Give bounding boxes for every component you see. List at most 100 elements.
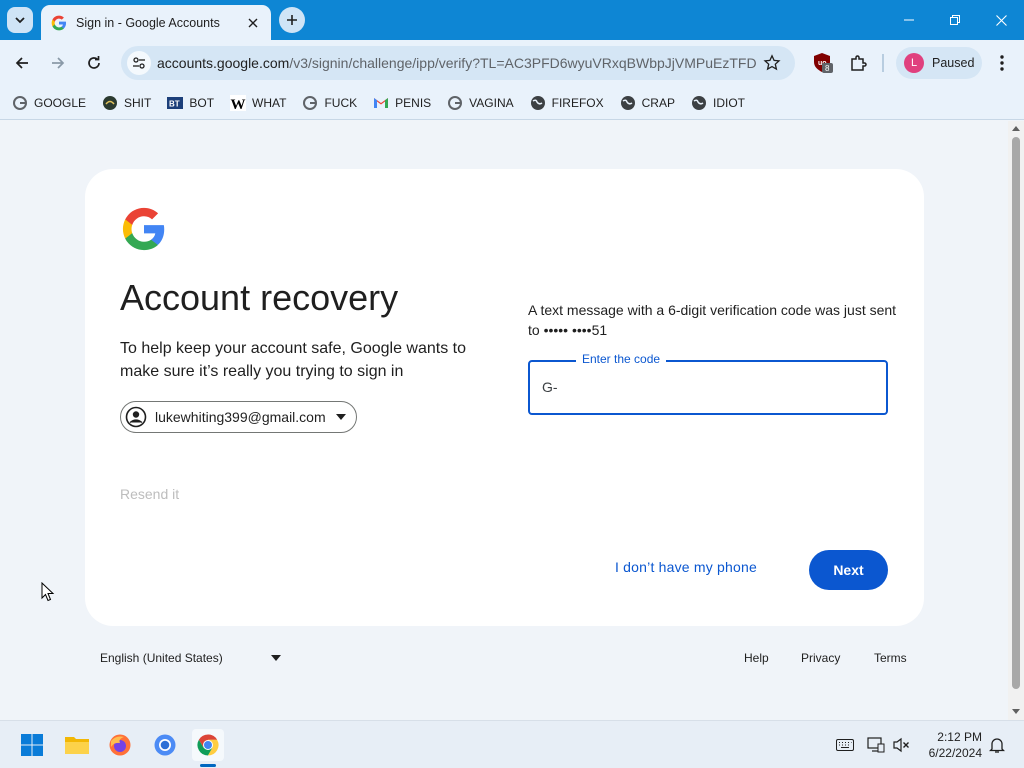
network-icon[interactable] [867,736,885,754]
extension-badge: 8 [825,64,830,73]
close-icon [995,14,1007,26]
title-bar: Sign in - Google Accounts [0,0,1024,40]
bookmark-label: CRAP [641,95,675,110]
volume-muted-icon[interactable] [893,736,911,754]
url-text: accounts.google.com/v3/signin/challenge/… [157,55,757,71]
bookmark-label: FIREFOX [551,95,604,110]
chromium-button[interactable] [149,729,181,761]
bookmark-label: SHIT [124,95,152,110]
svg-text:W: W [231,97,246,111]
caret-down-icon [335,414,346,420]
account-chooser[interactable]: lukewhiting399@gmail.com [120,401,357,433]
bt-icon: BT [167,95,184,111]
footer-privacy-link[interactable]: Privacy [801,651,840,665]
site-info-button[interactable] [127,51,151,75]
shield-icon: uo8 [814,53,833,73]
globe-icon [691,95,707,111]
chrome-icon [197,734,219,756]
plus-icon [287,15,297,25]
folder-icon [65,737,89,754]
notification-bell-icon[interactable] [988,736,1006,754]
bookmark-star-icon[interactable] [763,54,781,72]
bookmark-what[interactable]: W WHAT [230,90,291,116]
browser-menu-button[interactable] [990,51,1014,75]
scroll-down-icon[interactable] [1012,707,1020,715]
bookmark-bot[interactable]: BT BOT [167,90,219,116]
no-phone-button[interactable]: I don’t have my phone [615,559,757,575]
tune-icon [133,57,145,69]
windows-icon [21,734,43,756]
language-selector[interactable]: English (United States) [100,651,281,665]
firefox-icon [109,734,131,756]
url-path: /v3/signin/challenge/ipp/verify?TL=AC3PF… [289,55,757,71]
restore-icon [950,15,960,25]
active-app-indicator [200,764,216,767]
tab-search-button[interactable] [7,7,33,33]
footer-help-link[interactable]: Help [744,651,769,665]
close-window-button[interactable] [978,0,1024,40]
bookmark-google[interactable]: GOOGLE [12,90,91,116]
bookmark-penis[interactable]: PENIS [373,90,436,116]
page-scrollbar[interactable] [1008,121,1024,720]
profile-button[interactable]: L Paused [896,47,982,79]
chrome-button[interactable] [192,729,224,761]
scroll-up-icon[interactable] [1012,125,1020,133]
bookmark-crap[interactable]: CRAP [620,90,680,116]
address-bar[interactable]: accounts.google.com/v3/signin/challenge/… [121,46,795,80]
bookmark-idiot[interactable]: IDIOT [691,90,750,116]
back-button[interactable] [9,50,35,76]
restore-button[interactable] [932,0,978,40]
browser-tab[interactable]: Sign in - Google Accounts [41,5,271,40]
avatar: L [904,53,924,73]
google-g-icon [447,95,463,111]
url-host: accounts.google.com [157,55,290,71]
system-clock[interactable]: 2:12 PM 6/22/2024 [920,729,982,761]
keyboard-icon[interactable] [836,736,854,754]
firefox-button[interactable] [104,729,136,761]
puzzle-icon [851,55,867,71]
ublock-extension-button[interactable]: uo 8 [811,51,835,75]
tab-close-icon[interactable] [245,15,261,31]
globe-icon [530,95,546,111]
clock-date: 6/22/2024 [928,746,982,760]
start-button[interactable] [16,729,48,761]
file-explorer-button[interactable] [61,729,93,761]
bookmark-label: PENIS [395,95,432,110]
globe-icon [620,95,636,111]
toolbar-divider [882,54,884,72]
new-tab-button[interactable] [279,7,305,33]
bookmark-label: VAGINA [469,95,514,110]
minimize-button[interactable] [886,0,932,40]
forward-button[interactable] [45,50,71,76]
recovery-card: Account recovery To help keep your accou… [85,169,924,626]
arrow-left-icon [15,57,28,69]
taskbar: 2:12 PM 6/22/2024 [0,720,1024,768]
reload-button[interactable] [81,50,107,76]
bookmark-firefox[interactable]: FIREFOX [530,90,609,116]
footer-terms-link[interactable]: Terms [874,651,907,665]
resend-link[interactable]: Resend it [120,486,179,502]
gmail-icon [373,95,389,111]
next-button[interactable]: Next [809,550,888,590]
reload-icon [88,56,100,69]
bookmark-shit[interactable]: SHIT [102,90,156,116]
bookmark-fuck[interactable]: FUCK [302,90,362,116]
scroll-thumb[interactable] [1012,137,1020,689]
code-field-label: Enter the code [576,352,667,366]
bookmarks-bar: GOOGLE SHIT BT BOT W WHAT FUCK PENIS VAG… [0,86,1024,120]
account-email: lukewhiting399@gmail.com [155,409,326,425]
code-input[interactable] [542,379,872,395]
extensions-button[interactable] [846,51,870,75]
clock-time: 2:12 PM [937,730,982,744]
browser-toolbar: accounts.google.com/v3/signin/challenge/… [0,40,1024,86]
bookmark-label: IDIOT [712,95,745,110]
google-g-icon [12,95,28,111]
chevron-down-icon [15,17,25,24]
bookmark-vagina[interactable]: VAGINA [447,90,518,116]
google-logo-icon [122,207,165,251]
more-vert-icon [1000,55,1004,71]
mouse-cursor-icon [41,582,55,602]
tab-title: Sign in - Google Accounts [76,15,220,30]
chromium-icon [154,734,176,756]
code-field[interactable] [528,360,888,415]
